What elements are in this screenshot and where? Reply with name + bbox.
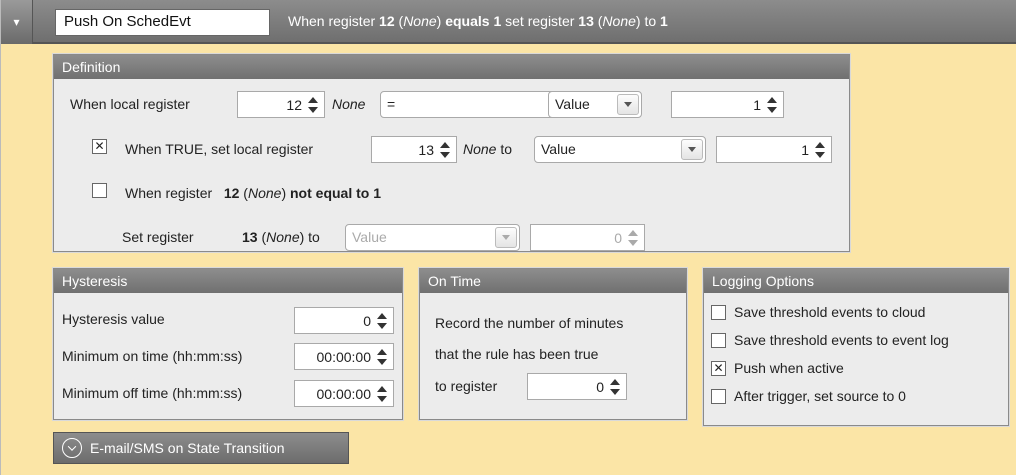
- stepper-arrows-icon[interactable]: [376, 313, 388, 329]
- true-register-name-group: None to: [463, 141, 512, 157]
- hysteresis-value: 0: [363, 312, 371, 329]
- min-off-stepper[interactable]: 00:00:00: [294, 380, 394, 407]
- min-on-stepper[interactable]: 00:00:00: [294, 343, 394, 370]
- stepper-arrows-icon[interactable]: [439, 142, 451, 158]
- min-off-label: Minimum off time (hh:mm:ss): [62, 385, 243, 401]
- compare-type-value: Value: [555, 96, 590, 112]
- stepper-arrows-icon[interactable]: [307, 97, 319, 113]
- rule-summary: When register 12 (None) equals 1 set reg…: [288, 13, 668, 29]
- hysteresis-title: Hysteresis: [54, 269, 402, 293]
- dropdown-arrow-icon[interactable]: [495, 227, 517, 248]
- chevron-down-circle-icon: [62, 438, 82, 458]
- push-active-label: Push when active: [734, 360, 844, 376]
- false-condition-text: When register 12 (None) not equal to 1: [125, 185, 381, 201]
- operator-value: =: [387, 96, 396, 112]
- stepper-arrows-icon[interactable]: [376, 386, 388, 402]
- set-register-text: 13 (None) to: [242, 229, 320, 245]
- on-time-line2: that the rule has been true: [435, 346, 599, 362]
- compare-value: 1: [753, 96, 761, 113]
- set-value: 0: [614, 229, 622, 246]
- on-time-register-stepper[interactable]: 0: [527, 373, 627, 400]
- on-time-register-value: 0: [596, 378, 604, 395]
- local-register-name: None: [332, 96, 366, 112]
- save-event-log-checkbox[interactable]: [711, 333, 726, 348]
- definition-panel: Definition When local register 12 None =…: [53, 54, 850, 252]
- definition-title: Definition: [54, 55, 849, 79]
- set-source-checkbox[interactable]: [711, 389, 726, 404]
- stepper-arrows-icon[interactable]: [627, 230, 639, 246]
- dropdown-arrow-icon[interactable]: [617, 94, 639, 115]
- rule-editor: ▾ Push On SchedEvt When register 12 (Non…: [0, 0, 1016, 475]
- when-local-label: When local register: [70, 96, 190, 112]
- true-register-stepper[interactable]: 13: [371, 136, 457, 163]
- push-active-checkbox[interactable]: ✕: [711, 361, 726, 376]
- on-time-title: On Time: [420, 269, 686, 293]
- dropdown-arrow-icon[interactable]: [681, 139, 703, 160]
- stepper-arrows-icon[interactable]: [376, 349, 388, 365]
- true-register-value: 13: [418, 141, 434, 158]
- stepper-arrows-icon[interactable]: [766, 97, 778, 113]
- compare-value-stepper[interactable]: 1: [671, 91, 784, 118]
- email-sms-label: E-mail/SMS on State Transition: [90, 440, 285, 456]
- save-event-log-label: Save threshold events to event log: [734, 332, 949, 348]
- set-register-label: Set register: [122, 229, 194, 245]
- on-time-line1: Record the number of minutes: [435, 315, 624, 331]
- stepper-arrows-icon[interactable]: [814, 142, 826, 158]
- on-time-line3: to register: [435, 378, 498, 394]
- true-value-stepper[interactable]: 1: [716, 136, 832, 163]
- local-register-value: 12: [286, 96, 302, 113]
- save-cloud-checkbox[interactable]: [711, 305, 726, 320]
- compare-type-select[interactable]: Value: [548, 91, 642, 118]
- logging-title: Logging Options: [704, 269, 1008, 293]
- when-true-checkbox[interactable]: ✕: [92, 139, 107, 154]
- set-value-stepper[interactable]: 0: [530, 224, 645, 251]
- true-type-value: Value: [541, 141, 576, 157]
- true-type-select[interactable]: Value: [534, 136, 706, 163]
- rule-name-input[interactable]: Push On SchedEvt: [55, 9, 270, 36]
- collapse-button[interactable]: ▾: [1, 0, 33, 44]
- set-type-value: Value: [352, 229, 387, 245]
- set-type-select[interactable]: Value: [345, 224, 520, 251]
- true-value: 1: [801, 141, 809, 158]
- local-register-stepper[interactable]: 12: [237, 91, 325, 118]
- save-cloud-label: Save threshold events to cloud: [734, 304, 926, 320]
- on-time-panel: On Time Record the number of minutes tha…: [419, 268, 687, 420]
- when-register-checkbox[interactable]: [92, 183, 107, 198]
- email-sms-expander[interactable]: E-mail/SMS on State Transition: [53, 432, 349, 464]
- min-off-value: 00:00:00: [316, 385, 372, 402]
- hysteresis-value-label: Hysteresis value: [62, 311, 165, 327]
- rule-header: ▾ Push On SchedEvt When register 12 (Non…: [1, 0, 1016, 44]
- min-on-value: 00:00:00: [316, 348, 372, 365]
- to-label: to: [500, 141, 513, 157]
- when-true-label: When TRUE, set local register: [125, 141, 314, 157]
- true-register-name: None: [463, 141, 497, 157]
- hysteresis-value-stepper[interactable]: 0: [294, 307, 394, 334]
- stepper-arrows-icon[interactable]: [609, 379, 621, 395]
- set-source-label: After trigger, set source to 0: [734, 388, 906, 404]
- chevron-down-icon: ▾: [13, 15, 20, 29]
- min-on-label: Minimum on time (hh:mm:ss): [62, 348, 243, 364]
- hysteresis-panel: Hysteresis Hysteresis value 0 Minimum on…: [53, 268, 403, 420]
- logging-options-panel: Logging Options Save threshold events to…: [703, 268, 1009, 426]
